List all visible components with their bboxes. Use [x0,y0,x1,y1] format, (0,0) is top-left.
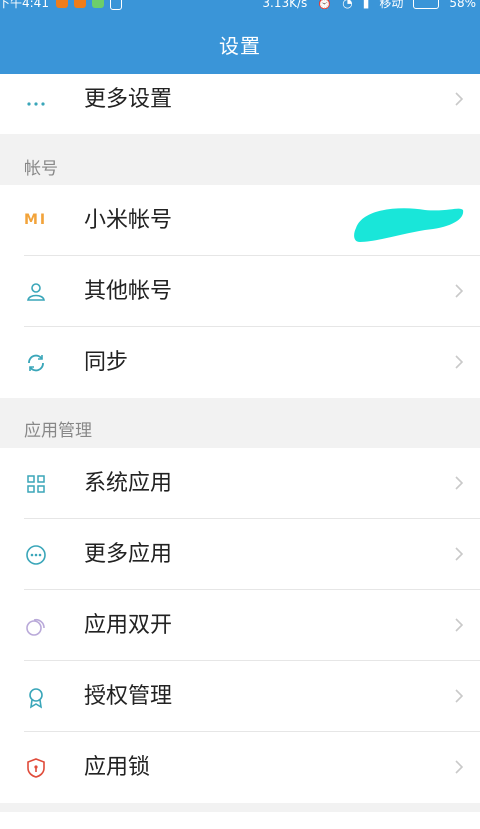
person-icon [27,283,45,301]
next-row-peek [0,812,480,829]
section-app-management: 应用管理 [24,421,92,441]
more-apps-icon [26,545,46,565]
battery-percent: 58% [449,0,476,10]
chevron-right-icon [455,547,464,561]
row-app-lock[interactable]: 应用锁 [0,732,480,803]
shield-lock-icon [27,758,45,778]
top-app-bar: 下午4:41 3.13K/s ⏰ ◔ ▮ 移动 58% 设置 [0,0,480,74]
row-more-apps[interactable]: 更多应用 [0,519,480,590]
chevron-right-icon [455,476,464,490]
notification-icon-4 [110,0,122,10]
section-accounts: 帐号 [24,159,58,179]
wifi-icon: ◔ [342,0,353,10]
row-label: 应用双开 [84,613,173,638]
chevron-right-icon [455,92,464,106]
status-time: 下午4:41 [0,0,49,10]
status-bar: 下午4:41 3.13K/s ⏰ ◔ ▮ 移动 58% [0,0,480,12]
network-speed: 3.13K/s [262,0,308,10]
row-label: 同步 [84,350,129,375]
row-label: 更多设置 [84,87,173,112]
carrier-label: 移动 [379,0,404,10]
row-permissions[interactable]: 授权管理 [0,661,480,732]
status-right-group: 3.13K/s ⏰ ◔ ▮ 移动 58% [262,0,476,12]
more-dots-icon [27,102,45,106]
notification-icons [56,0,122,10]
row-label: 应用锁 [84,755,151,780]
badge-icon [29,688,43,709]
sync-icon [28,354,44,372]
battery-icon [413,0,440,9]
grid-icon [27,475,45,493]
row-label: 更多应用 [84,542,173,567]
chevron-right-icon [455,760,464,774]
notification-icon-3 [92,0,104,8]
row-label: 其他帐号 [84,279,173,304]
row-label: 系统应用 [84,471,173,496]
row-sync[interactable]: 同步 [0,327,480,398]
row-dual-apps[interactable]: 应用双开 [0,590,480,661]
alarm-icon: ⏰ [317,0,333,10]
chevron-right-icon [455,689,464,703]
notification-icon-1 [56,0,68,8]
row-label: 小米帐号 [84,208,173,233]
signal-icon: ▮ [362,0,370,10]
redaction-mark [354,208,464,242]
row-more-settings[interactable]: 更多设置 [0,74,480,134]
dual-apps-icon [26,618,45,636]
row-label: 授权管理 [84,684,173,709]
mi-logo-icon: MI [24,212,48,228]
row-other-accounts[interactable]: 其他帐号 [0,256,480,327]
chevron-right-icon [455,284,464,298]
chevron-right-icon [455,618,464,632]
page-title: 设置 [219,34,261,58]
notification-icon-2 [74,0,86,8]
chevron-right-icon [455,355,464,369]
row-system-apps[interactable]: 系统应用 [0,448,480,519]
